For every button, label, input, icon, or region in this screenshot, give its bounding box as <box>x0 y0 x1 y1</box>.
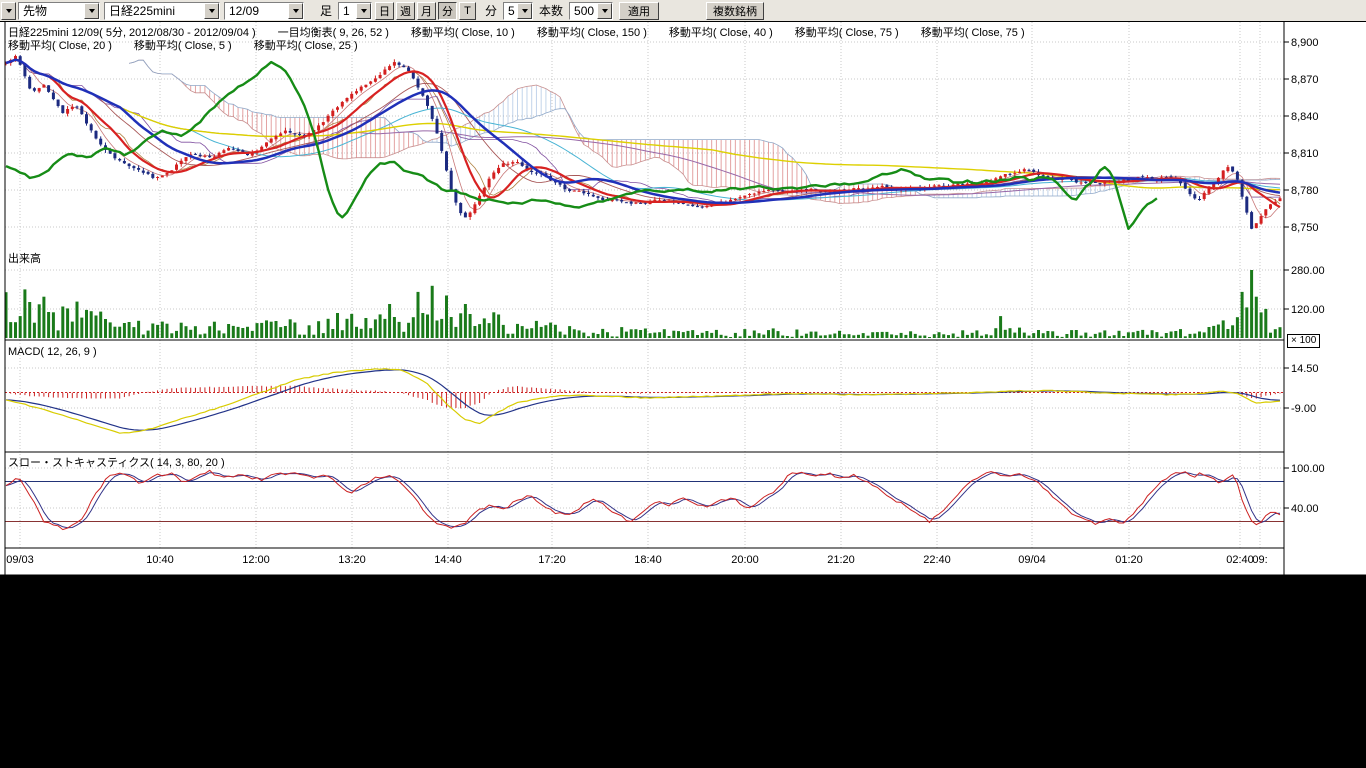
legend-line-2: 移動平均( Close, 20 ) 移動平均( Close, 5 ) 移動平均( C… <box>8 37 380 53</box>
svg-text:8,900: 8,900 <box>1291 37 1319 49</box>
svg-text:14.50: 14.50 <box>1291 363 1319 375</box>
period-minute-button[interactable]: 分 <box>438 2 457 20</box>
category-value: 先物 <box>23 2 47 19</box>
legend-item: 移動平均( Close, 150 ) <box>537 27 647 39</box>
svg-text:120.00: 120.00 <box>1291 304 1325 316</box>
minute-label: 分 <box>485 2 497 19</box>
legend-item: 移動平均( Close, 20 ) <box>8 40 112 52</box>
legend-item: 移動平均( Close, 5 ) <box>134 40 232 52</box>
stoch-pane-title: スロー・ストキャスティクス( 14, 3, 80, 20 ) <box>8 454 225 470</box>
bars-value: 500 <box>574 4 594 18</box>
svg-text:01:20: 01:20 <box>1115 554 1143 566</box>
bar-count-input[interactable]: 1 <box>338 2 372 20</box>
svg-text:12:00: 12:00 <box>242 554 270 566</box>
svg-text:09/03: 09/03 <box>6 554 34 566</box>
symbol-value: 日経225mini <box>109 2 175 19</box>
svg-text:8,780: 8,780 <box>1291 185 1319 197</box>
contract-select[interactable]: 12/09 <box>224 2 304 20</box>
svg-text:8,870: 8,870 <box>1291 74 1319 86</box>
volume-unit-badge: × 100 <box>1287 334 1320 348</box>
chart-area[interactable]: 8,900 8,870 8,840 8,810 8,780 8,750 280.00 120.… <box>0 0 1366 768</box>
bar-label: 足 <box>320 2 332 19</box>
toolbar: 先物 日経225mini 12/09 足 1 日 週 月 分 T 分 5 本数 … <box>0 0 1366 22</box>
svg-text:09/04: 09/04 <box>1018 554 1046 566</box>
chevron-down-icon <box>6 9 12 16</box>
multi-symbol-button[interactable]: 複数銘柄 <box>706 2 764 20</box>
svg-text:13:20: 13:20 <box>338 554 366 566</box>
macd-pane-title: MACD( 12, 26, 9 ) <box>8 346 97 358</box>
svg-text:17:20: 17:20 <box>538 554 566 566</box>
svg-text:02:40: 02:40 <box>1226 554 1254 566</box>
svg-text:8,840: 8,840 <box>1291 111 1319 123</box>
svg-text:40.00: 40.00 <box>1291 503 1319 515</box>
tick-button[interactable]: T <box>459 2 476 20</box>
svg-text:14:40: 14:40 <box>434 554 462 566</box>
chart-style-dropdown-button[interactable] <box>1 2 16 20</box>
chevron-down-icon <box>204 3 219 19</box>
chevron-down-icon <box>356 3 371 19</box>
svg-text:09:: 09: <box>1252 554 1267 566</box>
svg-text:280.00: 280.00 <box>1291 265 1325 277</box>
svg-text:21:20: 21:20 <box>827 554 855 566</box>
legend-item: 移動平均( Close, 75 ) <box>795 27 899 39</box>
svg-text:18:40: 18:40 <box>634 554 662 566</box>
chevron-down-icon <box>288 3 303 19</box>
period-week-button[interactable]: 週 <box>396 2 415 20</box>
period-month-button[interactable]: 月 <box>417 2 436 20</box>
legend-item: 移動平均( Close, 25 ) <box>254 40 358 52</box>
minute-value: 5 <box>508 4 515 18</box>
svg-text:100.00: 100.00 <box>1291 463 1325 475</box>
apply-button[interactable]: 適用 <box>619 2 659 20</box>
svg-text:10:40: 10:40 <box>146 554 174 566</box>
chevron-down-icon <box>517 3 532 19</box>
svg-text:20:00: 20:00 <box>731 554 759 566</box>
legend-item: 移動平均( Close, 75 ) <box>921 27 1025 39</box>
svg-text:8,810: 8,810 <box>1291 148 1319 160</box>
symbol-select[interactable]: 日経225mini <box>104 2 220 20</box>
bars-label: 本数 <box>539 2 563 19</box>
minute-input[interactable]: 5 <box>503 2 533 20</box>
period-day-button[interactable]: 日 <box>375 2 394 20</box>
chevron-down-icon <box>597 3 612 19</box>
volume-pane-title: 出来高 <box>8 250 41 266</box>
svg-text:22:40: 22:40 <box>923 554 951 566</box>
desktop-background <box>0 575 1366 768</box>
chevron-down-icon <box>84 3 99 19</box>
legend-item: 移動平均( Close, 10 ) <box>411 27 515 39</box>
contract-value: 12/09 <box>229 4 259 18</box>
category-select[interactable]: 先物 <box>18 2 100 20</box>
svg-text:-9.00: -9.00 <box>1291 403 1316 415</box>
svg-text:8,750: 8,750 <box>1291 222 1319 234</box>
legend-item: 移動平均( Close, 40 ) <box>669 27 773 39</box>
bar-count-value: 1 <box>343 4 350 18</box>
bars-input[interactable]: 500 <box>569 2 613 20</box>
